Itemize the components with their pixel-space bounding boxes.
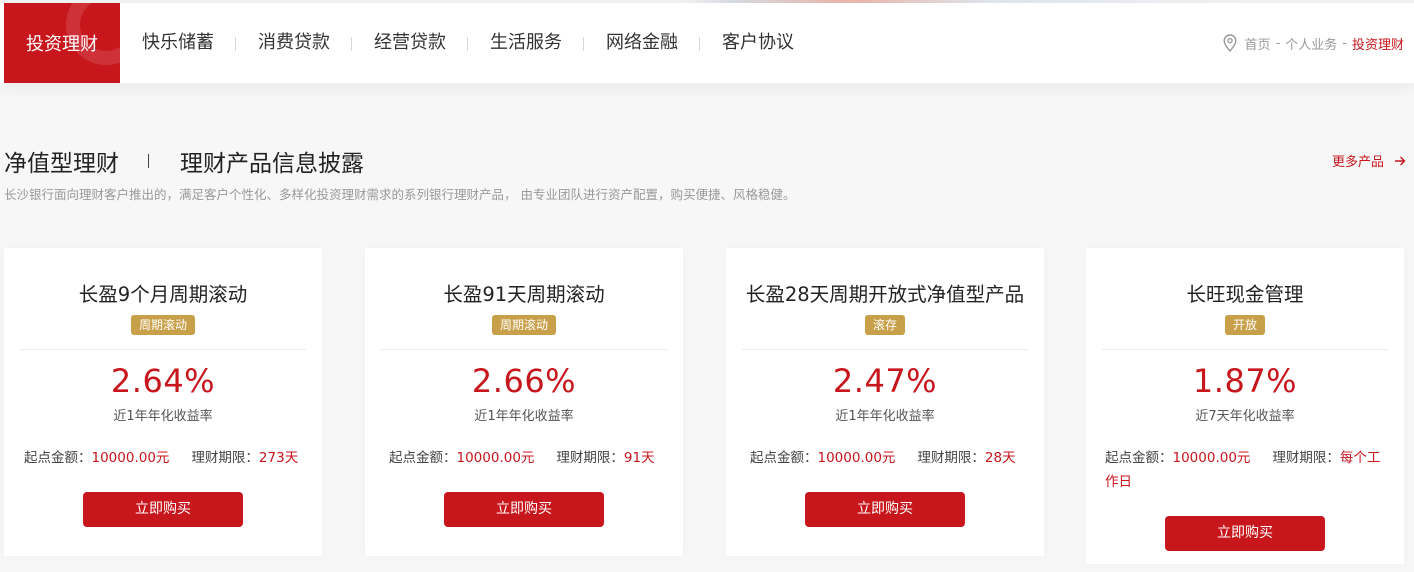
product-card: 长盈28天周期开放式净值型产品 滚存 2.47% 近1年年化收益率 起点金额：1…: [726, 248, 1044, 556]
breadcrumb-separator: -: [1275, 35, 1281, 51]
section-header: 净值型理财 理财产品信息披露: [4, 145, 364, 177]
arrow-right-icon: [1395, 156, 1406, 165]
product-name[interactable]: 长盈9个月周期滚动: [4, 278, 322, 307]
yield-rate: 2.66%: [471, 362, 577, 400]
term-label: 理财期限：: [556, 450, 624, 466]
min-amount-label: 起点金额：: [750, 450, 818, 466]
nav-item-life-service[interactable]: 生活服务: [490, 3, 562, 83]
min-amount-label: 起点金额：: [24, 450, 92, 466]
breadcrumb: 首页 - 个人业务 - 投资理财: [1223, 33, 1404, 53]
product-card: 长旺现金管理 开放 1.87% 近7天年化收益率 起点金额：10000.00元 理…: [1086, 248, 1404, 564]
term-value: 28天: [984, 450, 1016, 466]
buy-now-button[interactable]: 立即购买: [805, 492, 965, 527]
term-label: 理财期限：: [1272, 450, 1340, 466]
product-info: 起点金额：10000.00元 理财期限：每个工作日: [1105, 446, 1390, 494]
more-products-link[interactable]: 更多产品: [1332, 151, 1406, 170]
breadcrumb-home[interactable]: 首页: [1245, 34, 1271, 53]
breadcrumb-current: 投资理财: [1351, 37, 1404, 53]
product-name[interactable]: 长旺现金管理: [1086, 278, 1404, 307]
card-divider: [742, 349, 1028, 350]
min-amount-value: 10000.00元: [456, 450, 535, 466]
card-divider: [1102, 349, 1388, 350]
nav-divider: [467, 37, 468, 51]
buy-now-button[interactable]: 立即购买: [1165, 516, 1325, 551]
nav-item-savings[interactable]: 快乐储蓄: [142, 3, 214, 83]
card-divider: [20, 349, 306, 350]
tab-net-value-products[interactable]: 净值型理财: [4, 144, 119, 178]
min-amount-value: 10000.00元: [1172, 450, 1251, 466]
buy-now-button[interactable]: 立即购买: [83, 492, 243, 527]
nav-item-invest[interactable]: 投资理财: [4, 3, 120, 83]
product-tag: 滚存: [864, 315, 906, 335]
yield-rate: 2.47%: [832, 362, 938, 400]
min-amount-value: 10000.00元: [817, 450, 896, 466]
nav-item-agreement[interactable]: 客户协议: [722, 3, 794, 83]
breadcrumb-separator: -: [1342, 35, 1347, 51]
yield-rate-label: 近1年年化收益率: [113, 409, 213, 424]
section-description: 长沙银行面向理财客户推出的，满足客户个性化、多样化投资理财需求的系列银行理财产品…: [4, 187, 796, 202]
yield-rate-label: 近1年年化收益率: [835, 409, 935, 424]
min-amount-value: 10000.00元: [91, 450, 170, 466]
nav-divider: [699, 37, 700, 51]
buy-now-button[interactable]: 立即购买: [444, 492, 604, 527]
nav-divider: [351, 37, 352, 51]
main-nav: 投资理财 快乐储蓄 消费贷款 经营贷款 生活服务 网络金融 客户协议 首页 - …: [0, 3, 1414, 83]
min-amount-label: 起点金额：: [1105, 450, 1173, 466]
product-tag: 开放: [1224, 315, 1266, 335]
more-products-label: 更多产品: [1331, 155, 1384, 170]
product-info: 起点金额：10000.00元 理财期限：273天: [24, 446, 306, 470]
yield-rate-label: 近7天年化收益率: [1195, 409, 1295, 424]
yield-rate: 1.87%: [1192, 362, 1298, 400]
min-amount-label: 起点金额：: [389, 450, 457, 466]
yield-rate-label: 近1年年化收益率: [474, 409, 574, 424]
product-name[interactable]: 长盈91天周期滚动: [365, 278, 683, 307]
card-divider: [381, 349, 667, 350]
term-value: 273天: [258, 450, 299, 466]
title-divider: [148, 154, 149, 168]
nav-item-online-finance[interactable]: 网络金融: [606, 3, 678, 83]
breadcrumb-personal[interactable]: 个人业务: [1285, 34, 1337, 53]
product-card: 长盈91天周期滚动 周期滚动 2.66% 近1年年化收益率 起点金额：10000…: [365, 248, 683, 556]
nav-item-business-loan[interactable]: 经营贷款: [374, 3, 446, 83]
product-card: 长盈9个月周期滚动 周期滚动 2.64% 近1年年化收益率 起点金额：10000…: [4, 248, 322, 556]
term-value: 91天: [623, 450, 655, 466]
term-label: 理财期限：: [917, 450, 985, 466]
term-label: 理财期限：: [191, 450, 259, 466]
product-info: 起点金额：10000.00元 理财期限：91天: [389, 446, 667, 470]
product-tag: 周期滚动: [130, 315, 196, 335]
product-info: 起点金额：10000.00元 理财期限：28天: [750, 446, 1028, 470]
product-name[interactable]: 长盈28天周期开放式净值型产品: [726, 278, 1044, 307]
location-pin-icon: [1223, 34, 1237, 52]
nav-divider: [235, 37, 236, 51]
tab-product-disclosure[interactable]: 理财产品信息披露: [180, 144, 364, 178]
yield-rate: 2.64%: [110, 362, 216, 400]
nav-item-label: 投资理财: [26, 34, 98, 55]
nav-item-consumer-loan[interactable]: 消费贷款: [258, 3, 330, 83]
nav-divider: [583, 37, 584, 51]
product-tag: 周期滚动: [491, 315, 557, 335]
